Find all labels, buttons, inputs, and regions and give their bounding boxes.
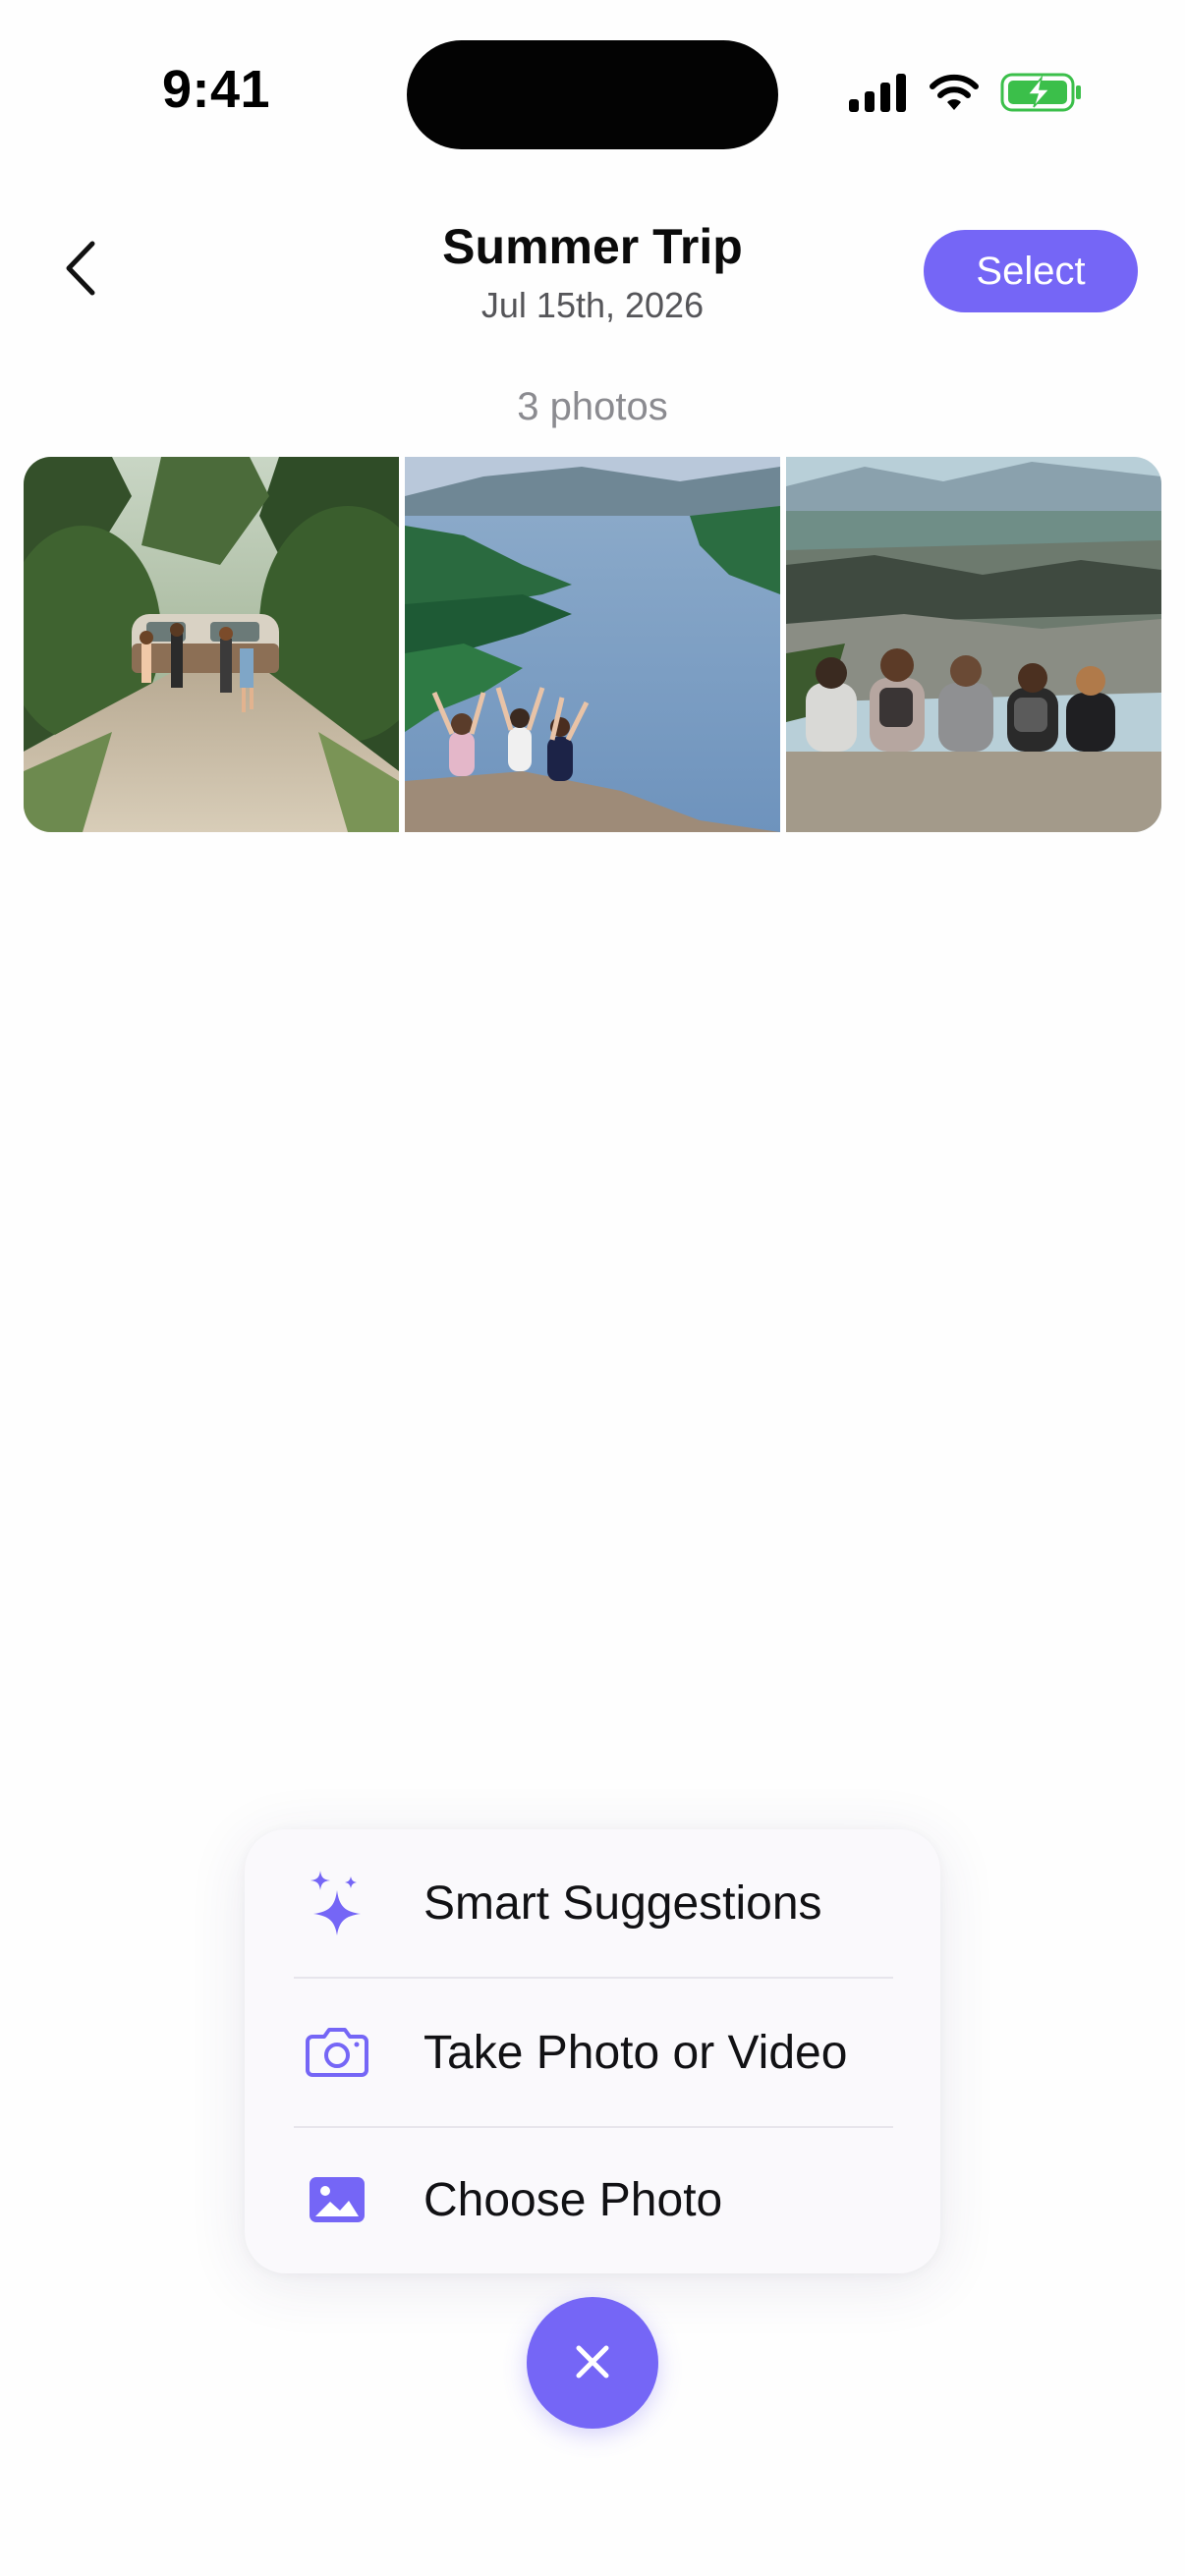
take-photo-menu-item[interactable]: Take Photo or Video bbox=[245, 1979, 940, 2126]
close-icon bbox=[573, 2342, 612, 2384]
take-photo-label: Take Photo or Video bbox=[423, 2026, 848, 2079]
photo-grid bbox=[24, 457, 1161, 832]
status-time: 9:41 bbox=[161, 60, 271, 119]
add-media-menu: Smart Suggestions Take Photo or Video Ch… bbox=[245, 1829, 940, 2273]
hikers-mountain-view-photo[interactable] bbox=[786, 457, 1161, 832]
photo-icon bbox=[302, 2164, 372, 2235]
choose-photo-menu-item[interactable]: Choose Photo bbox=[245, 2126, 940, 2273]
dynamic-island bbox=[407, 40, 778, 149]
battery-charging-icon bbox=[1000, 73, 1083, 117]
smart-suggestions-label: Smart Suggestions bbox=[423, 1876, 822, 1930]
close-menu-button[interactable] bbox=[527, 2297, 658, 2429]
friends-van-forest-photo[interactable] bbox=[24, 457, 399, 832]
cellular-signal-icon bbox=[849, 73, 908, 117]
status-icons bbox=[849, 73, 1083, 117]
wifi-icon bbox=[928, 73, 981, 117]
choose-photo-label: Choose Photo bbox=[423, 2173, 723, 2226]
lake-mountains-cheering-photo[interactable] bbox=[405, 457, 780, 832]
photo-count: 3 photos bbox=[517, 385, 668, 428]
sparkles-icon bbox=[302, 1868, 372, 1938]
smart-suggestions-menu-item[interactable]: Smart Suggestions bbox=[245, 1829, 940, 1977]
album-date: Jul 15th, 2026 bbox=[480, 285, 705, 325]
back-button[interactable] bbox=[51, 236, 110, 305]
chevron-left-icon bbox=[64, 240, 97, 302]
select-button[interactable]: Select bbox=[924, 230, 1138, 312]
album-screen: 9:41 Summer Trip Jul 15th, 2026 Select 3… bbox=[0, 0, 1185, 2576]
album-title: Summer Trip bbox=[442, 219, 743, 274]
camera-icon bbox=[302, 2017, 372, 2088]
